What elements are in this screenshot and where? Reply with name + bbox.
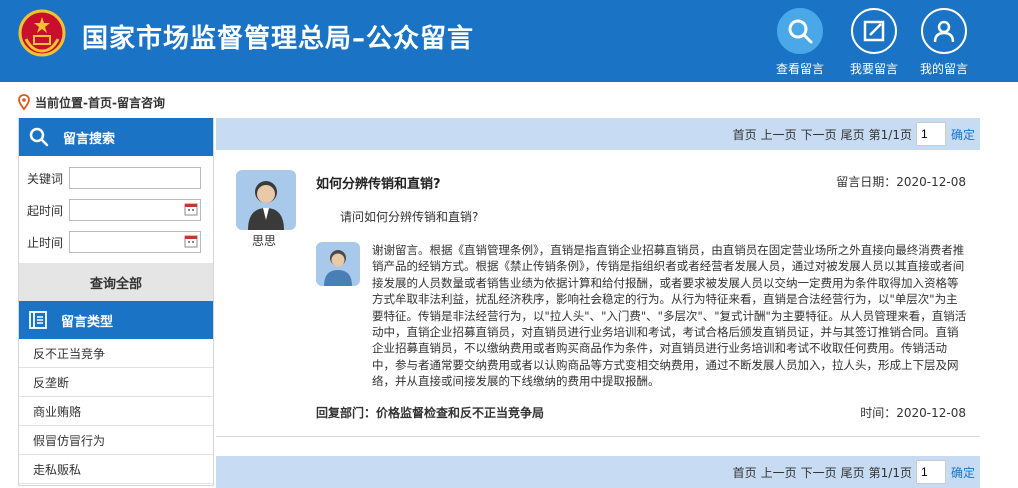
nav-write-message-label: 我要留言: [849, 62, 898, 76]
pager-prev-link[interactable]: 上一页: [761, 464, 797, 481]
user-icon: [921, 8, 967, 54]
keyword-label: 关键词: [27, 171, 64, 186]
pager-last-link[interactable]: 尾页: [841, 126, 865, 143]
reply-time: 时间：2020-12-08: [860, 404, 966, 421]
sidebar: 留言搜索 关键词 起时间 止时间 查询全部 留言类型 反不正当竞争 反垄断 商业…: [18, 118, 214, 486]
pager-page-info: 第1/1页: [868, 127, 912, 142]
nav-my-messages[interactable]: 我的留言: [914, 8, 974, 80]
reply-time-value: 2020-12-08: [896, 406, 966, 420]
type-list: 反不正当竞争 反垄断 商业贿赂 假冒仿冒行为 走私贩私: [19, 339, 213, 484]
reply-text: 谢谢留言。根据《直销管理条例》，直销是指直销企业招募直销员，由直销员在固定营业场…: [372, 243, 967, 389]
divider: [216, 436, 980, 437]
start-date-label: 起时间: [27, 203, 64, 218]
query-all-button[interactable]: 查询全部: [19, 263, 213, 301]
pager-first-link[interactable]: 首页: [733, 464, 757, 481]
list-icon: [29, 311, 47, 329]
start-date-row: 起时间: [27, 199, 201, 221]
start-date-input[interactable]: [69, 199, 201, 221]
type-item-unfair-competition[interactable]: 反不正当竞争: [19, 339, 213, 368]
search-icon: [29, 127, 49, 147]
keyword-input[interactable]: [69, 167, 201, 189]
message-date: 留言日期：2020-12-08: [836, 173, 966, 190]
search-panel-header: 留言搜索: [19, 118, 213, 156]
username: 思思: [252, 234, 277, 248]
site-title: 国家市场监督管理总局–公众留言: [82, 24, 475, 54]
pager-page-input[interactable]: [916, 122, 946, 146]
nav-view-messages[interactable]: 查看留言: [770, 8, 830, 80]
edit-icon: [851, 8, 897, 54]
calendar-icon[interactable]: [184, 234, 198, 248]
keyword-row: 关键词: [27, 167, 201, 189]
pager-prev-link[interactable]: 上一页: [761, 126, 797, 143]
user-avatar: [236, 170, 296, 230]
pager-page-info: 第1/1页: [868, 465, 912, 480]
type-item-antitrust[interactable]: 反垄断: [19, 368, 213, 397]
end-date-row: 止时间: [27, 231, 201, 253]
type-item-counterfeit[interactable]: 假冒仿冒行为: [19, 426, 213, 455]
pager-confirm-button[interactable]: 确定: [946, 464, 980, 481]
nav-write-message[interactable]: 我要留言: [844, 8, 904, 80]
type-panel-header: 留言类型: [19, 301, 213, 339]
pager-first-link[interactable]: 首页: [733, 126, 757, 143]
nav-view-messages-label: 查看留言: [775, 62, 824, 76]
reply-department-label: 回复部门：: [316, 406, 377, 420]
main-content: 首页 上一页 下一页 尾页 第1/1页 确定 思思 如何分辨传销和直销? 留言日…: [216, 118, 980, 488]
message-date-label: 留言日期：: [836, 175, 897, 189]
type-item-smuggling[interactable]: 走私贩私: [19, 455, 213, 484]
calendar-icon[interactable]: [184, 202, 198, 216]
end-date-input[interactable]: [69, 231, 201, 253]
pager-bottom: 首页 上一页 下一页 尾页 第1/1页 确定: [216, 456, 980, 488]
official-avatar: [316, 242, 360, 286]
pager-confirm-button[interactable]: 确定: [946, 126, 980, 143]
message-body: 请问如何分辨传销和直销?: [340, 210, 479, 224]
reply-time-label: 时间：: [860, 406, 897, 420]
reply-department-value: 价格监督检查和反不正当竞争局: [376, 406, 545, 420]
nav-my-messages-label: 我的留言: [919, 62, 968, 76]
breadcrumb: 当前位置-首页-留言咨询: [18, 93, 165, 111]
end-date-label: 止时间: [27, 235, 64, 250]
search-panel-title: 留言搜索: [63, 131, 116, 147]
pager-last-link[interactable]: 尾页: [841, 464, 865, 481]
pager-next-link[interactable]: 下一页: [801, 464, 837, 481]
header-bar: 国家市场监督管理总局–公众留言 查看留言 我要留言 我的留言: [0, 0, 1018, 82]
location-pin-icon: [18, 94, 30, 110]
breadcrumb-text: 当前位置-首页-留言咨询: [35, 95, 165, 110]
pager-top: 首页 上一页 下一页 尾页 第1/1页 确定: [216, 118, 980, 150]
message-title: 如何分辨传销和直销?: [316, 177, 441, 192]
search-icon: [777, 8, 823, 54]
reply-department: 回复部门：价格监督检查和反不正当竞争局: [316, 404, 544, 421]
pager-page-input[interactable]: [916, 460, 946, 484]
pager-next-link[interactable]: 下一页: [801, 126, 837, 143]
message-date-value: 2020-12-08: [896, 175, 966, 189]
national-emblem-logo: [18, 9, 66, 57]
type-panel-title: 留言类型: [61, 314, 114, 330]
type-item-bribery[interactable]: 商业贿赂: [19, 397, 213, 426]
